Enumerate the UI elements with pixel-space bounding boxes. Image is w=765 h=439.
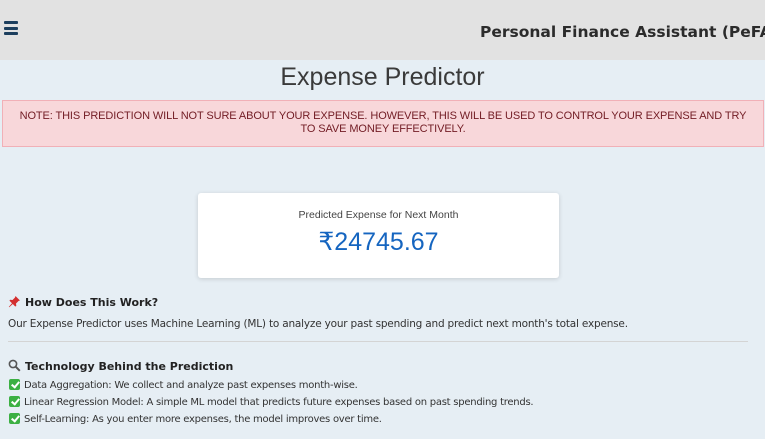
checkbox-checked-icon [9, 379, 20, 390]
tech-list-item: Linear Regression Model: A simple ML mod… [9, 396, 534, 408]
checkbox-checked-icon [9, 413, 20, 424]
how-it-works-text: Our Expense Predictor uses Machine Learn… [8, 318, 628, 330]
page-title: Expense Predictor [280, 63, 485, 91]
technology-heading: Technology Behind the Prediction [8, 359, 233, 375]
how-it-works-heading: How Does This Work? [8, 295, 158, 311]
top-navbar: Personal Finance Assistant (PeFA) [0, 0, 765, 60]
checkbox-checked-icon [9, 396, 20, 407]
pushpin-icon [8, 295, 21, 311]
how-it-works-title: How Does This Work? [25, 296, 159, 309]
tech-list-item: Data Aggregation: We collect and analyze… [9, 379, 358, 391]
prediction-value: ₹24745.67 [318, 228, 439, 256]
brand-title[interactable]: Personal Finance Assistant (PeFA) [480, 23, 765, 41]
magnifier-icon [8, 359, 21, 375]
section-divider [8, 341, 748, 342]
hamburger-menu-icon[interactable] [4, 21, 18, 37]
prediction-card: Predicted Expense for Next Month ₹24745.… [198, 193, 559, 278]
prediction-label: Predicted Expense for Next Month [298, 209, 459, 221]
prediction-disclaimer-alert: NOTE: THIS PREDICTION WILL NOT SURE ABOU… [2, 100, 764, 147]
technology-title: Technology Behind the Prediction [25, 360, 234, 373]
tech-list-item: Self-Learning: As you enter more expense… [9, 413, 382, 425]
